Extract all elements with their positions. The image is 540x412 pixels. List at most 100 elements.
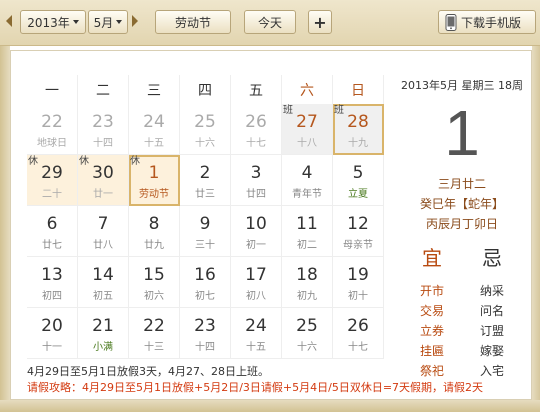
lunar-label: 初一 <box>246 240 266 251</box>
chevron-down-icon <box>116 20 123 24</box>
calendar-day-cell[interactable]: 16 初七 <box>180 257 231 308</box>
lunar-label: 十七 <box>348 342 368 353</box>
calendar-day-cell[interactable]: 26 十七 <box>231 104 282 155</box>
calendar-day-cell[interactable]: 23 十四 <box>180 308 231 359</box>
calendar-day-cell[interactable]: 休 30 廿一 <box>78 155 129 206</box>
calendar-day-cell[interactable]: 3 廿四 <box>231 155 282 206</box>
calendar-day-cell[interactable]: 班 28 十九 <box>333 104 384 155</box>
day-number: 29 <box>41 163 63 183</box>
lunar-label: 十八 <box>297 138 317 149</box>
month-select[interactable]: 5月 <box>88 10 128 34</box>
lunar-label: 廿九 <box>144 240 164 251</box>
yi-item: 开市 <box>419 284 444 298</box>
lunar-label: 廿一 <box>93 189 113 200</box>
phone-icon <box>445 13 457 31</box>
calendar-day-cell[interactable]: 班 27 十八 <box>282 104 333 155</box>
calendar-day-cell[interactable]: 2 廿三 <box>180 155 231 206</box>
ji-item: 嫁娶 <box>479 344 504 358</box>
lunar-label: 十六 <box>297 342 317 353</box>
day-number: 4 <box>301 163 313 183</box>
calendar-day-cell[interactable]: 25 十六 <box>180 104 231 155</box>
day-number: 3 <box>250 163 262 183</box>
ji-item: 问名 <box>479 304 504 318</box>
lunar-label: 二十 <box>42 189 62 200</box>
calendar-day-cell[interactable]: 19 初十 <box>333 257 384 308</box>
month-select-label: 5月 <box>93 15 114 30</box>
calendar-day-cell[interactable]: 23 十四 <box>78 104 129 155</box>
calendar-day-cell[interactable]: 12 母亲节 <box>333 206 384 257</box>
calendar-day-cell[interactable]: 20 十一 <box>27 308 78 359</box>
next-month-arrow-icon[interactable] <box>132 15 138 27</box>
day-number: 12 <box>347 214 369 234</box>
calendar-day-cell[interactable]: 22 十三 <box>129 308 180 359</box>
calendar-day-cell[interactable]: 5 立夏 <box>333 155 384 206</box>
calendar-day-cell[interactable]: 10 初一 <box>231 206 282 257</box>
today-button[interactable]: 今天 <box>244 10 296 34</box>
day-number: 23 <box>92 112 114 132</box>
day-number: 27 <box>296 112 318 132</box>
day-number: 19 <box>347 265 369 285</box>
calendar-day-cell[interactable]: 17 初八 <box>231 257 282 308</box>
weekday-header: 日 <box>333 75 384 104</box>
lunar-label: 地球日 <box>37 138 67 149</box>
leave-strategy-note: 请假攻略：4月29日至5月1日放假+5月2日/3日请假+5月4日/5日双休日=7… <box>27 381 484 394</box>
add-button[interactable]: + <box>308 10 332 34</box>
day-number: 28 <box>347 112 369 132</box>
lunar-label: 初六 <box>144 291 164 302</box>
lunar-label: 十四 <box>195 342 215 353</box>
day-number: 25 <box>194 112 216 132</box>
download-mobile-label: 下载手机版 <box>461 15 522 30</box>
lunar-label: 初二 <box>297 240 317 251</box>
calendar-day-cell[interactable]: 15 初六 <box>129 257 180 308</box>
day-number: 6 <box>46 214 58 234</box>
calendar-day-cell[interactable]: 4 青年节 <box>282 155 333 206</box>
calendar-day-cell[interactable]: 26 十七 <box>333 308 384 359</box>
lunar-label: 三十 <box>195 240 215 251</box>
calendar-day-cell[interactable]: 6 廿七 <box>27 206 78 257</box>
calendar-day-cell[interactable]: 14 初五 <box>78 257 129 308</box>
lunar-label: 十五 <box>144 138 164 149</box>
calendar-day-cell[interactable]: 24 十五 <box>129 104 180 155</box>
ji-item: 订盟 <box>479 324 504 338</box>
year-select-label: 2013年 <box>27 15 70 30</box>
yi-item: 交易 <box>419 304 444 318</box>
day-number: 26 <box>347 316 369 336</box>
day-number: 17 <box>245 265 267 285</box>
calendar-day-cell[interactable]: 休 1 劳动节 <box>129 155 180 206</box>
big-day-number: 1 <box>444 97 480 169</box>
calendar-day-cell[interactable]: 11 初二 <box>282 206 333 257</box>
calendar-day-cell[interactable]: 7 廿八 <box>78 206 129 257</box>
yi-list: 开市 交易 立券 挂匾 祭祀 <box>420 281 444 381</box>
calendar-day-cell[interactable]: 18 初九 <box>282 257 333 308</box>
download-mobile-button[interactable]: 下载手机版 <box>438 10 536 34</box>
lunar-label: 十九 <box>348 138 368 149</box>
day-number: 13 <box>41 265 63 285</box>
year-select[interactable]: 2013年 <box>20 10 86 34</box>
weekday-header: 六 <box>282 75 333 104</box>
weekday-header: 三 <box>129 75 180 104</box>
day-number: 5 <box>352 163 364 183</box>
lunar-label: 初四 <box>42 291 62 302</box>
ganzhi-month-day: 丙辰月丁卯日 <box>425 217 498 231</box>
day-number: 20 <box>41 316 63 336</box>
day-number: 14 <box>92 265 114 285</box>
day-number: 30 <box>92 163 114 183</box>
holiday-button[interactable]: 劳动节 <box>155 10 231 34</box>
day-number: 25 <box>296 316 318 336</box>
calendar-day-cell[interactable]: 24 十五 <box>231 308 282 359</box>
prev-month-arrow-icon[interactable] <box>6 15 12 27</box>
ji-item: 入宅 <box>479 364 504 378</box>
calendar-day-cell[interactable]: 25 十六 <box>282 308 333 359</box>
day-number: 15 <box>143 265 165 285</box>
lunar-label: 廿八 <box>93 240 113 251</box>
lunar-label: 初七 <box>195 291 215 302</box>
calendar-day-cell[interactable]: 休 29 二十 <box>27 155 78 206</box>
calendar-day-cell[interactable]: 13 初四 <box>27 257 78 308</box>
calendar-day-cell[interactable]: 8 廿九 <box>129 206 180 257</box>
day-number: 22 <box>41 112 63 132</box>
calendar-day-cell[interactable]: 22 地球日 <box>27 104 78 155</box>
calendar-day-cell[interactable]: 21 小满 <box>78 308 129 359</box>
lunar-label: 立夏 <box>348 189 368 200</box>
day-number: 24 <box>143 112 165 132</box>
calendar-day-cell[interactable]: 9 三十 <box>180 206 231 257</box>
